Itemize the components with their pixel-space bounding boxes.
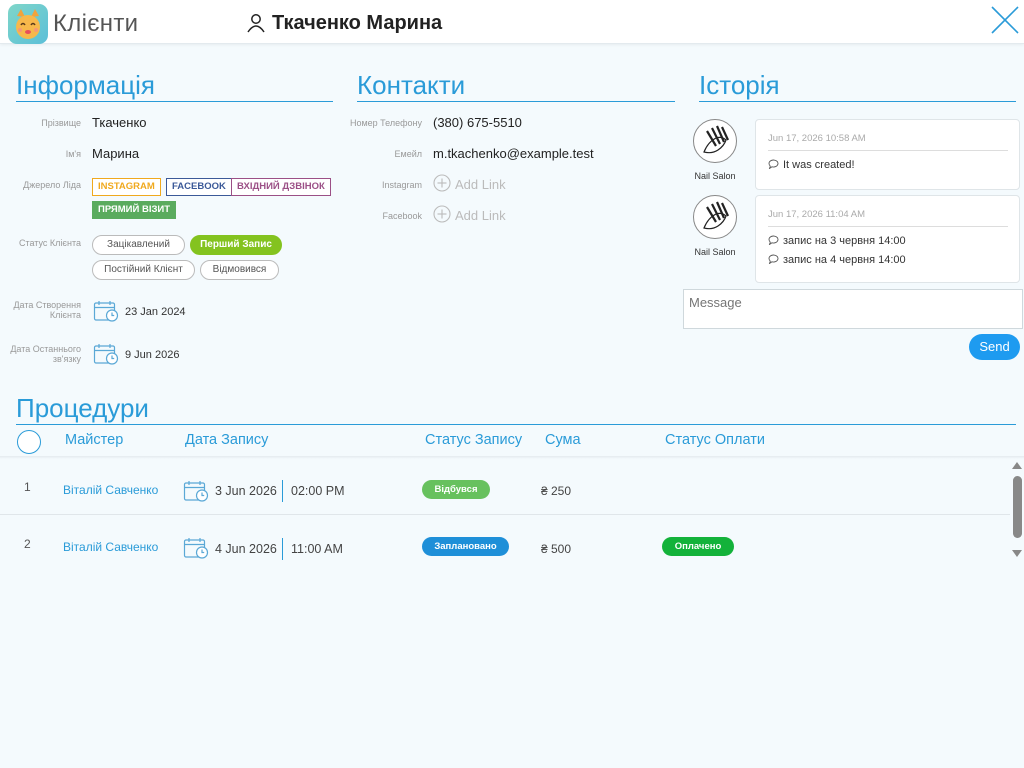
date-time-separator [282, 538, 283, 560]
source-tag-incoming-call[interactable]: ВХІДНИЙ ДЗВІНОК [231, 178, 331, 196]
name-label: Ім'я [65, 149, 81, 159]
facebook-label: Facebook [382, 211, 422, 221]
instagram-label: Instagram [381, 180, 422, 190]
history-section-title: Історія [699, 70, 780, 100]
calendar-clock-icon [183, 538, 209, 559]
procedures-section-title: Процедури [16, 393, 149, 423]
surname-value: Ткаченко [92, 115, 147, 130]
add-facebook-link[interactable]: Add Link [455, 208, 506, 223]
last-contact-date-value[interactable]: 9 Jun 2026 [125, 349, 179, 361]
person-icon [247, 14, 265, 33]
row-divider [0, 514, 1010, 515]
status-interested[interactable]: Зацікавлений [92, 235, 185, 255]
phone-label: Номер Телефону [349, 118, 422, 128]
message-input[interactable] [683, 289, 1023, 329]
column-status[interactable]: Статус Запису [425, 432, 522, 448]
surname-label: Прізвище [41, 118, 81, 128]
select-all-checkbox[interactable] [17, 430, 41, 454]
status-regular-client[interactable]: Постійний Клієнт [92, 260, 195, 280]
app-logo-icon [8, 4, 48, 44]
comment-icon [768, 159, 779, 169]
history-card: Jun 17, 2026 10:58 AM It was created! [755, 119, 1020, 190]
source-tag-direct-visit[interactable]: ПРЯМИЙ ВІЗИТ [92, 201, 177, 219]
procedures-table: 1 Віталій Савченко 3 Jun 2026 02:00 PM В… [0, 458, 1010, 568]
name-value: Марина [92, 146, 140, 161]
history-author: Nail Salon [694, 171, 736, 181]
date-time-separator [282, 480, 283, 502]
info-section-title: Інформація [16, 70, 155, 100]
contacts-section-line [357, 101, 675, 102]
scroll-down-icon[interactable] [1012, 550, 1022, 557]
appointment-date[interactable]: 4 Jun 2026 [215, 542, 277, 556]
info-section-line [16, 101, 333, 102]
appointment-time[interactable]: 11:00 AM [291, 542, 343, 556]
master-link[interactable]: Віталій Савченко [63, 540, 158, 554]
appointment-date[interactable]: 3 Jun 2026 [215, 484, 277, 498]
appointment-time[interactable]: 02:00 PM [291, 484, 345, 498]
scrollbar-thumb[interactable] [1013, 476, 1022, 538]
history-message: It was created! [768, 159, 855, 171]
column-master[interactable]: Майстер [65, 432, 123, 448]
add-instagram-icon[interactable] [433, 174, 451, 192]
send-button[interactable]: Send [969, 334, 1020, 360]
appointment-sum: ₴ 500 [541, 542, 572, 556]
card-divider [768, 150, 1008, 151]
calendar-clock-icon [93, 301, 119, 322]
history-card: Jun 17, 2026 11:04 AM запис на 3 червня … [755, 195, 1020, 283]
row-number: 1 [24, 480, 31, 494]
contacts-section-title: Контакти [357, 70, 466, 100]
history-date: Jun 17, 2026 11:04 AM [768, 209, 866, 220]
created-date-label: Дата Створення Клієнта [13, 300, 81, 320]
appointment-sum: ₴ 250 [541, 484, 572, 498]
history-date: Jun 17, 2026 10:58 AM [768, 133, 866, 144]
salon-avatar-icon [693, 119, 737, 163]
header-bar: Клієнти Ткаченко Марина [0, 0, 1024, 44]
history-author: Nail Salon [694, 247, 736, 257]
appointment-status-badge[interactable]: Заплановано [422, 537, 509, 556]
source-tag-facebook[interactable]: FACEBOOK [166, 178, 232, 196]
row-number: 2 [24, 537, 31, 551]
last-contact-label: Дата Останнього зв'язку [10, 344, 81, 364]
lead-source-label: Джерело Ліда [23, 180, 81, 190]
history-section-line [699, 101, 1016, 102]
column-date[interactable]: Дата Запису [185, 432, 268, 448]
status-refused[interactable]: Відмовився [200, 260, 279, 280]
add-facebook-icon[interactable] [433, 205, 451, 223]
source-tag-instagram[interactable]: INSTAGRAM [92, 178, 161, 196]
add-instagram-link[interactable]: Add Link [455, 177, 506, 192]
calendar-clock-icon [93, 344, 119, 365]
phone-value[interactable]: (380) 675-5510 [433, 115, 522, 130]
calendar-clock-icon [183, 481, 209, 502]
client-name: Ткаченко Марина [272, 12, 443, 34]
procedures-section-line [16, 424, 1016, 425]
column-payment-status[interactable]: Статус Оплати [665, 432, 765, 448]
scroll-up-icon[interactable] [1012, 462, 1022, 469]
appointment-status-badge[interactable]: Відбувся [422, 480, 490, 499]
comment-icon [768, 254, 779, 264]
card-divider [768, 226, 1008, 227]
salon-avatar-icon [693, 195, 737, 239]
email-value[interactable]: m.tkachenko@example.test [433, 146, 594, 161]
email-label: Емейл [394, 149, 422, 159]
close-icon[interactable] [990, 5, 1020, 35]
comment-icon [768, 235, 779, 245]
master-link[interactable]: Віталій Савченко [63, 483, 158, 497]
column-sum[interactable]: Сума [545, 432, 581, 448]
payment-status-badge[interactable]: Оплачено [662, 537, 734, 556]
history-message: запис на 4 червня 14:00 [768, 254, 906, 266]
app-title: Клієнти [53, 10, 139, 37]
created-date-value[interactable]: 23 Jan 2024 [125, 306, 186, 318]
client-status-label: Статус Клієнта [18, 238, 81, 248]
status-first-visit[interactable]: Перший Запис [190, 235, 282, 255]
table-scrollbar[interactable] [1010, 460, 1024, 560]
history-message: запис на 3 червня 14:00 [768, 235, 906, 247]
